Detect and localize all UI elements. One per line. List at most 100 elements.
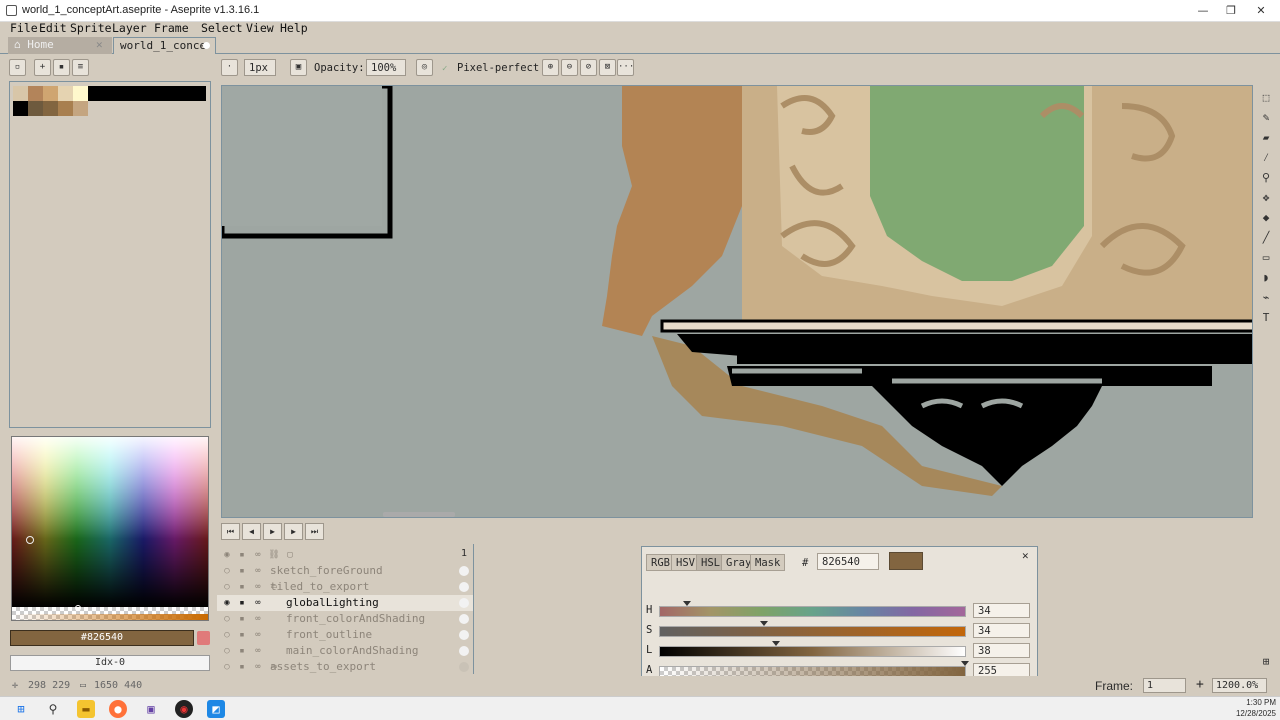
lightness-handle[interactable] [771,641,780,646]
lock-header-icon[interactable]: ▪ [236,549,248,561]
brush-size-field[interactable]: 1px [244,59,276,76]
palette-swatch[interactable] [28,101,43,116]
firefox-icon[interactable]: ● [109,700,127,718]
line-tool-icon[interactable]: ╱ [1257,229,1275,247]
palette-swatch[interactable] [28,86,43,101]
next-frame-icon[interactable]: ▶ [284,523,303,540]
continuous-icon[interactable]: ∞ [252,629,264,641]
continuous-icon[interactable]: ∞ [252,661,264,673]
symmetry-horizontal-icon[interactable]: ⊖ [561,59,578,76]
lock-icon[interactable]: ▪ [236,581,248,593]
alpha-bar[interactable] [12,605,208,620]
move-tool-icon[interactable]: ✥ [1257,189,1275,207]
cel-dot[interactable] [459,630,469,640]
continuous-icon[interactable]: ∞ [252,597,264,609]
palette-swatch[interactable] [73,101,88,116]
palette-swatch[interactable] [73,86,88,101]
lock-palette-icon[interactable]: ▫ [9,59,26,76]
hue-handle[interactable] [683,601,692,606]
dynamics-icon[interactable]: ◎ [416,59,433,76]
last-frame-icon[interactable]: ⏭ [305,523,324,540]
hue-value[interactable]: 34 [973,603,1030,618]
hex-field[interactable]: 826540 [817,553,879,570]
visibility-icon[interactable]: ○ [221,613,233,625]
layer-row[interactable]: ○ ▪ ∞ ▭ assets_to_export [217,659,473,675]
alpha-handle[interactable] [961,661,969,666]
palette-swatch[interactable] [43,101,58,116]
picker-cursor[interactable] [26,536,34,544]
menu-help[interactable]: Help [280,21,308,35]
layer-row[interactable]: ○ ▪ ∞ ▭ tiled_to_export [217,579,473,595]
background-color[interactable]: Idx-0 [10,655,210,671]
visibility-icon[interactable]: ○ [221,565,233,577]
layer-row[interactable]: ○ ▪ ∞ sketch_foreGround [217,563,473,579]
windows-start-icon[interactable]: ⊞ [12,700,30,718]
cel-dot[interactable] [459,598,469,608]
close-button[interactable]: ✕ [1252,3,1270,19]
search-icon[interactable]: ⚲ [44,700,62,718]
horizontal-scrollbar[interactable] [383,512,455,517]
modified-dot-icon[interactable] [203,42,210,49]
tab-document[interactable]: world_1_conce [113,37,216,54]
palette-swatch[interactable] [13,86,28,101]
continuous-icon[interactable]: ∞ [252,645,264,657]
lock-icon[interactable]: ▪ [236,661,248,673]
zoom-field[interactable]: 1200.0% [1212,678,1267,693]
palette-swatch[interactable] [58,86,73,101]
foreground-color[interactable]: #826540 [10,630,194,646]
palette-swatch[interactable] [13,101,28,116]
zoom-tool-icon[interactable]: ⚲ [1257,169,1275,187]
palette-presets-icon[interactable]: ▪ [53,59,70,76]
lock-icon[interactable]: ▪ [236,613,248,625]
visibility-icon[interactable]: ○ [221,645,233,657]
ink-type-icon[interactable]: ▣ [290,59,307,76]
palette-options-icon[interactable]: ≡ [72,59,89,76]
opacity-field[interactable]: 100% [366,59,406,76]
rectangle-tool-icon[interactable]: ▭ [1257,249,1275,267]
menu-view[interactable]: View [246,21,274,35]
frame-number[interactable]: 1 [461,548,467,559]
visibility-icon[interactable]: ○ [221,581,233,593]
saturation-handle[interactable] [759,621,768,626]
menu-select[interactable]: Select [201,21,243,35]
pixel-perfect-checkbox[interactable]: ✓ [442,64,451,74]
aseprite-taskbar-icon[interactable]: ◩ [207,700,225,718]
blur-tool-icon[interactable]: ⌁ [1257,289,1275,307]
tab-home[interactable]: ⌂ Home ✕ [8,37,112,54]
layer-row[interactable]: ○ ▪ ∞ front_colorAndShading [217,611,473,627]
preview-icon[interactable]: ⊞ [1257,653,1275,671]
tab-mask[interactable]: Mask [750,554,786,571]
continuous-icon[interactable]: ∞ [252,613,264,625]
frame-field[interactable]: 1 [1143,678,1186,693]
onion-skin-icon[interactable]: ▢ [284,549,296,561]
sprite-canvas[interactable] [221,85,1253,518]
lock-icon[interactable]: ▪ [236,597,248,609]
visibility-icon[interactable]: ○ [221,661,233,673]
saturation-value[interactable]: 34 [973,623,1030,638]
fill-tool-icon[interactable]: ◆ [1257,209,1275,227]
lightness-slider[interactable] [659,641,966,657]
file-explorer-icon[interactable]: ▬ [77,700,95,718]
contour-tool-icon[interactable]: ◗ [1257,269,1275,287]
link-icon[interactable]: ⛓ [268,549,280,561]
saturation-slider[interactable] [659,621,966,637]
cel-dot[interactable] [459,662,469,672]
layer-row[interactable]: ◉ ▪ ∞ globalLighting [217,595,473,611]
popup-close-icon[interactable]: ✕ [1022,549,1029,562]
eraser-tool-icon[interactable]: ▰ [1257,129,1275,147]
saturation-value-area[interactable] [12,437,208,607]
twitch-icon[interactable]: ▣ [142,700,160,718]
restore-button[interactable]: ❐ [1222,3,1240,19]
layer-row[interactable]: ○ ▪ ∞ main_colorAndShading [217,643,473,659]
palette-swatch-black[interactable] [88,86,206,101]
alpha-bar-handle[interactable] [75,605,81,611]
symmetry-off-icon[interactable]: ⊠ [599,59,616,76]
warning-icon[interactable] [197,631,210,645]
eye-header-icon[interactable]: ◉ [221,549,233,561]
lock-icon[interactable]: ▪ [236,565,248,577]
continuous-icon[interactable]: ∞ [252,581,264,593]
obs-icon[interactable]: ◉ [175,700,193,718]
palette-swatch[interactable] [58,101,73,116]
cel-dot[interactable] [459,646,469,656]
play-icon[interactable]: ▶ [263,523,282,540]
